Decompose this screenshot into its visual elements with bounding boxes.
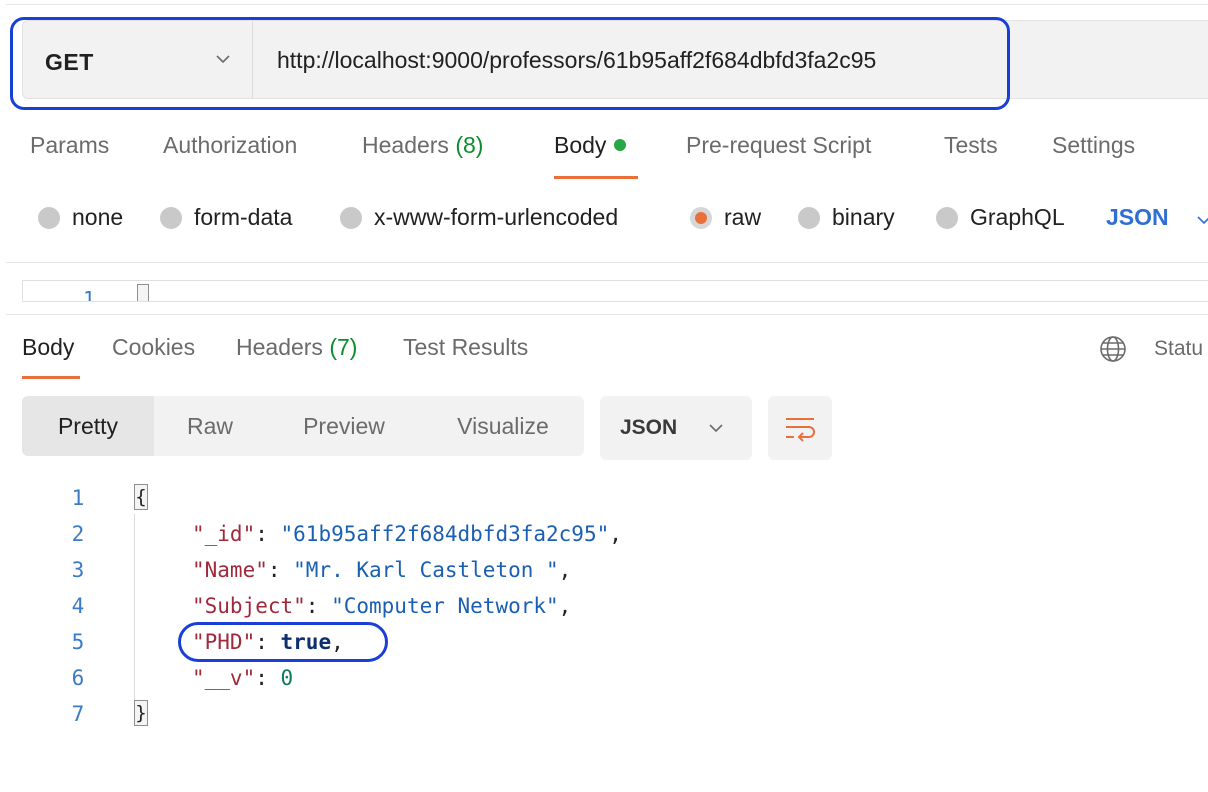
response-code-viewer[interactable]: 1 { 2 "_id": "61b95aff2f684dbfd3fa2c95",…: [0, 480, 1208, 740]
active-tab-underline: [554, 176, 638, 179]
json-pair: "__v": 0: [192, 666, 293, 690]
body-language-select[interactable]: JSON: [1106, 204, 1169, 231]
tab-authorization[interactable]: Authorization: [163, 132, 297, 159]
body-type-radios: none form-data x-www-form-urlencoded raw…: [0, 200, 1208, 240]
radio-graphql[interactable]: GraphQL: [936, 204, 1065, 231]
top-divider: [6, 4, 1208, 5]
code-line: 5 "PHD": true,: [0, 624, 1208, 660]
json-comma: ,: [558, 558, 572, 582]
json-key: "_id": [192, 522, 256, 546]
request-body-editor[interactable]: 1: [22, 280, 1208, 302]
json-value: "61b95aff2f684dbfd3fa2c95": [280, 522, 610, 546]
close-brace: }: [134, 700, 148, 726]
tab-tests[interactable]: Tests: [944, 132, 998, 159]
tab-headers[interactable]: Headers (8): [362, 132, 483, 159]
line-number: 1: [71, 486, 85, 510]
radio-binary[interactable]: binary: [798, 204, 895, 231]
radio-none[interactable]: none: [38, 204, 123, 231]
body-indicator-dot: [614, 138, 627, 151]
response-tab-cookies[interactable]: Cookies: [112, 334, 195, 361]
globe-icon[interactable]: [1098, 334, 1128, 364]
line-number: 7: [71, 702, 85, 726]
tab-body[interactable]: Body: [554, 132, 627, 159]
radio-circle-icon: [38, 206, 60, 229]
wrap-lines-button[interactable]: [768, 396, 832, 460]
json-key: "Name": [192, 558, 268, 582]
json-pair: "PHD": true,: [192, 630, 344, 654]
json-comma: ,: [331, 630, 344, 654]
response-tabs: Body Cookies Headers (7) Test Results: [0, 330, 1208, 380]
json-separator: :: [305, 594, 332, 618]
view-raw-button[interactable]: Raw: [154, 396, 266, 456]
line-number: 3: [71, 558, 85, 582]
json-key: "__v": [192, 666, 256, 690]
tab-params[interactable]: Params: [30, 132, 109, 159]
json-boolean: true: [280, 630, 332, 654]
json-separator: :: [267, 558, 294, 582]
json-comma: ,: [558, 594, 572, 618]
json-separator: :: [255, 666, 281, 690]
chevron-down-icon: [709, 424, 723, 433]
wrap-lines-icon: [786, 418, 815, 442]
response-tab-underline: [22, 376, 80, 379]
radio-circle-icon: [798, 206, 820, 229]
chevron-down-icon: [1197, 216, 1208, 225]
line-number: 4: [71, 594, 85, 618]
code-line: 1 {: [0, 480, 1208, 516]
line-number: 5: [71, 630, 85, 654]
radio-x-www-form-urlencoded[interactable]: x-www-form-urlencoded: [340, 204, 618, 231]
radio-circle-icon: [936, 206, 958, 229]
radio-circle-icon: [160, 206, 182, 229]
radio-circle-icon: [340, 206, 362, 229]
json-key: "Subject": [192, 594, 306, 618]
section-divider: [6, 314, 1208, 315]
line-number: 2: [71, 522, 85, 546]
json-number: 0: [280, 666, 294, 690]
section-divider: [6, 262, 1208, 263]
headers-count: (8): [455, 132, 484, 158]
response-tab-headers[interactable]: Headers (7): [236, 334, 357, 361]
code-line: 4 "Subject": "Computer Network",: [0, 588, 1208, 624]
url-input[interactable]: http://localhost:9000/professors/61b95af…: [277, 47, 876, 74]
json-pair: "_id": "61b95aff2f684dbfd3fa2c95",: [192, 522, 622, 546]
tab-pre-request-script[interactable]: Pre-request Script: [686, 132, 871, 159]
json-comma: ,: [609, 522, 622, 546]
json-separator: :: [255, 522, 281, 546]
view-preview-button[interactable]: Preview: [266, 396, 422, 456]
request-bar: GET http://localhost:9000/professors/61b…: [22, 20, 1208, 99]
json-pair: "Subject": "Computer Network",: [192, 594, 571, 618]
response-headers-count: (7): [329, 334, 358, 360]
json-pair: "Name": "Mr. Karl Castleton ",: [192, 558, 571, 582]
status-label: Statu: [1154, 337, 1204, 360]
response-format-label: JSON: [620, 416, 678, 439]
brace-marker: [137, 284, 149, 301]
response-tab-body[interactable]: Body: [22, 334, 74, 361]
view-visualize-button[interactable]: Visualize: [422, 396, 584, 456]
code-line: 7 }: [0, 696, 1208, 732]
json-value: "Mr. Karl Castleton ": [293, 558, 559, 582]
method-label: GET: [45, 49, 94, 75]
open-brace: {: [134, 484, 148, 510]
response-format-select[interactable]: JSON: [600, 396, 752, 460]
tab-settings[interactable]: Settings: [1052, 132, 1135, 159]
json-key: "PHD": [192, 630, 256, 654]
code-line: 6 "__v": 0: [0, 660, 1208, 696]
json-value: "Computer Network": [331, 594, 559, 618]
code-line: 2 "_id": "61b95aff2f684dbfd3fa2c95",: [0, 516, 1208, 552]
method-select[interactable]: GET: [23, 21, 253, 98]
request-tabs: Params Authorization Headers (8) Body Pr…: [0, 130, 1208, 180]
view-mode-group: Pretty Raw Preview Visualize: [22, 396, 584, 456]
line-number: 6: [71, 666, 85, 690]
json-separator: :: [255, 630, 281, 654]
radio-form-data[interactable]: form-data: [160, 204, 292, 231]
code-line: 3 "Name": "Mr. Karl Castleton ",: [0, 552, 1208, 588]
response-tab-test-results[interactable]: Test Results: [403, 334, 528, 361]
radio-raw[interactable]: raw: [690, 204, 761, 231]
view-pretty-button[interactable]: Pretty: [22, 396, 154, 456]
radio-selected-icon: [690, 206, 712, 229]
line-number: 1: [83, 287, 96, 302]
chevron-down-icon: [216, 55, 230, 64]
